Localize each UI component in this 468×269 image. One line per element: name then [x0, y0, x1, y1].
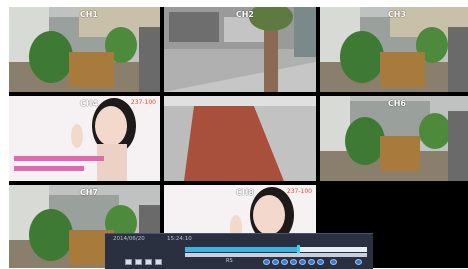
- layout-3x3-button[interactable]: [145, 259, 152, 265]
- channel-label: CH1: [79, 10, 98, 19]
- channel-number: 237-100: [130, 99, 156, 106]
- garden-scene: [320, 7, 468, 92]
- camera-tile-1[interactable]: CH1: [9, 7, 160, 92]
- channel-label: CH7: [79, 188, 98, 197]
- timeline-secondary-track[interactable]: [185, 253, 367, 257]
- channel-number: 237-100: [286, 188, 312, 195]
- timeline-progress: [185, 247, 298, 252]
- portrait-scene: [9, 96, 160, 181]
- layout-2x2-button[interactable]: [135, 259, 142, 265]
- playback-date: 2014/06/20: [113, 236, 145, 242]
- playback-time: 15:24:10: [167, 236, 192, 242]
- rewind-icon[interactable]: [263, 259, 270, 265]
- camera-tile-4[interactable]: CH4 237-100: [9, 96, 160, 181]
- camera-tile-2[interactable]: CH2: [164, 7, 316, 92]
- play-icon[interactable]: [299, 259, 306, 265]
- camera-tile-5[interactable]: [164, 96, 316, 181]
- street-scene: [164, 7, 316, 92]
- slow-icon[interactable]: [272, 259, 279, 265]
- camera-grid: CH1 CH2 CH3 CH4 237-100 CH6 CH7 CH8 237-…: [9, 7, 468, 268]
- pause-icon[interactable]: [290, 259, 297, 265]
- garden-scene: [9, 7, 160, 92]
- layout-4x4-button[interactable]: [155, 259, 162, 265]
- timeline-track[interactable]: [185, 245, 367, 254]
- fast-forward-icon[interactable]: [317, 259, 324, 265]
- camera-tile-3[interactable]: CH3: [320, 7, 468, 92]
- rs-label: RS: [226, 258, 233, 264]
- garden-scene: [320, 96, 468, 181]
- channel-label: CH2: [235, 10, 254, 19]
- fullscreen-icon[interactable]: [355, 259, 362, 265]
- playback-bar: 2014/06/20 15:24:10 RS: [105, 233, 373, 269]
- channel-label: CH8: [235, 188, 254, 197]
- channel-label: CH4: [79, 99, 98, 108]
- walkway-scene: [164, 96, 316, 181]
- channel-label: CH6: [387, 99, 406, 108]
- prev-frame-icon[interactable]: [281, 259, 288, 265]
- layout-1x1-button[interactable]: [125, 259, 132, 265]
- channel-label: CH3: [387, 10, 406, 19]
- stop-icon[interactable]: [330, 259, 337, 265]
- camera-tile-6[interactable]: CH6: [320, 96, 468, 181]
- next-frame-icon[interactable]: [308, 259, 315, 265]
